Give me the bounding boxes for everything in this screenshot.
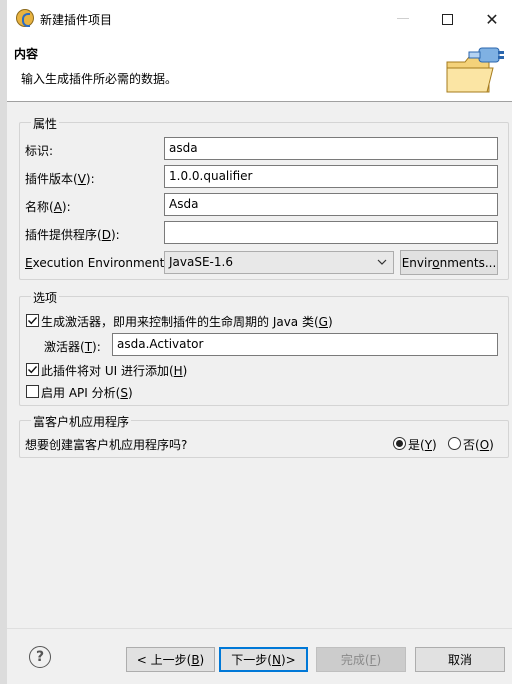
page-title: 内容 — [14, 47, 39, 61]
id-input[interactable]: asda — [164, 137, 498, 160]
execution-environment-label: Execution Environment: — [25, 256, 169, 270]
ui-contribution-label: 此插件将对 UI 进行添加(H) — [41, 364, 188, 378]
generate-activator-checkbox[interactable] — [26, 314, 39, 327]
page-description: 输入生成插件所必需的数据。 — [21, 72, 178, 86]
generate-activator-label: 生成激活器，即用来控制插件的生命周期的 Java 类(G) — [41, 315, 333, 329]
environments-button[interactable]: Envir o nments... — [400, 250, 498, 275]
id-label: 标识: — [25, 144, 54, 158]
rich-client-no-radio[interactable] — [448, 437, 461, 450]
name-input[interactable]: Asda — [164, 193, 498, 216]
next-button[interactable]: 下一步(N) > — [219, 647, 308, 672]
activator-label: 激活器(T): — [44, 340, 101, 354]
version-input[interactable]: 1.0.0.qualifier — [164, 165, 498, 188]
properties-group-label: 属性 — [31, 115, 60, 132]
finish-button[interactable]: 完成(F) — [316, 647, 406, 672]
name-label: 名称(A): — [25, 200, 71, 214]
minimize-icon — [397, 18, 409, 19]
plugin-folder-icon — [446, 47, 504, 93]
wizard-banner: 内容 输入生成插件所必需的数据。 — [7, 38, 512, 102]
rich-client-group-label: 富客户机应用程序 — [31, 413, 132, 430]
maximize-icon — [441, 13, 453, 25]
rich-client-no-label: 否(O) — [463, 438, 494, 452]
checkmark-icon — [28, 366, 38, 374]
maximize-button[interactable] — [425, 6, 469, 32]
close-icon: ✕ — [485, 9, 499, 29]
back-button[interactable]: < 上一步(B) — [126, 647, 215, 672]
provider-label: 插件提供程序(D): — [25, 228, 120, 242]
eclipse-app-icon — [16, 9, 34, 27]
checkmark-icon — [28, 317, 38, 325]
options-group-label: 选项 — [31, 289, 60, 306]
version-label: 插件版本(V): — [25, 172, 95, 186]
title-bar[interactable]: 新建插件项目 ✕ — [7, 0, 512, 38]
provider-input[interactable] — [164, 221, 498, 244]
activator-input[interactable]: asda.Activator — [112, 333, 498, 356]
execution-environment-combo[interactable]: JavaSE-1.6 — [164, 251, 394, 274]
window-title: 新建插件项目 — [40, 13, 113, 27]
execution-environment-value: JavaSE-1.6 — [169, 255, 233, 269]
api-analysis-checkbox[interactable] — [26, 385, 39, 398]
ui-contribution-checkbox[interactable] — [26, 363, 39, 376]
help-icon[interactable]: ? — [29, 646, 51, 668]
cancel-button[interactable]: 取消 — [415, 647, 505, 672]
rich-client-question: 想要创建富客户机应用程序吗? — [25, 438, 188, 452]
chevron-down-icon — [377, 259, 387, 265]
rich-client-yes-label: 是(Y) — [408, 438, 437, 452]
minimize-button[interactable] — [381, 6, 425, 32]
close-button[interactable]: ✕ — [470, 6, 512, 32]
rich-client-yes-radio[interactable] — [393, 437, 406, 450]
api-analysis-label: 启用 API 分析(S) — [41, 386, 133, 400]
footer-separator — [7, 628, 512, 629]
dialog-window: 新建插件项目 ✕ 内容 输入生成插件所必需的数据。 属性 标识: asda 插件… — [0, 0, 512, 684]
